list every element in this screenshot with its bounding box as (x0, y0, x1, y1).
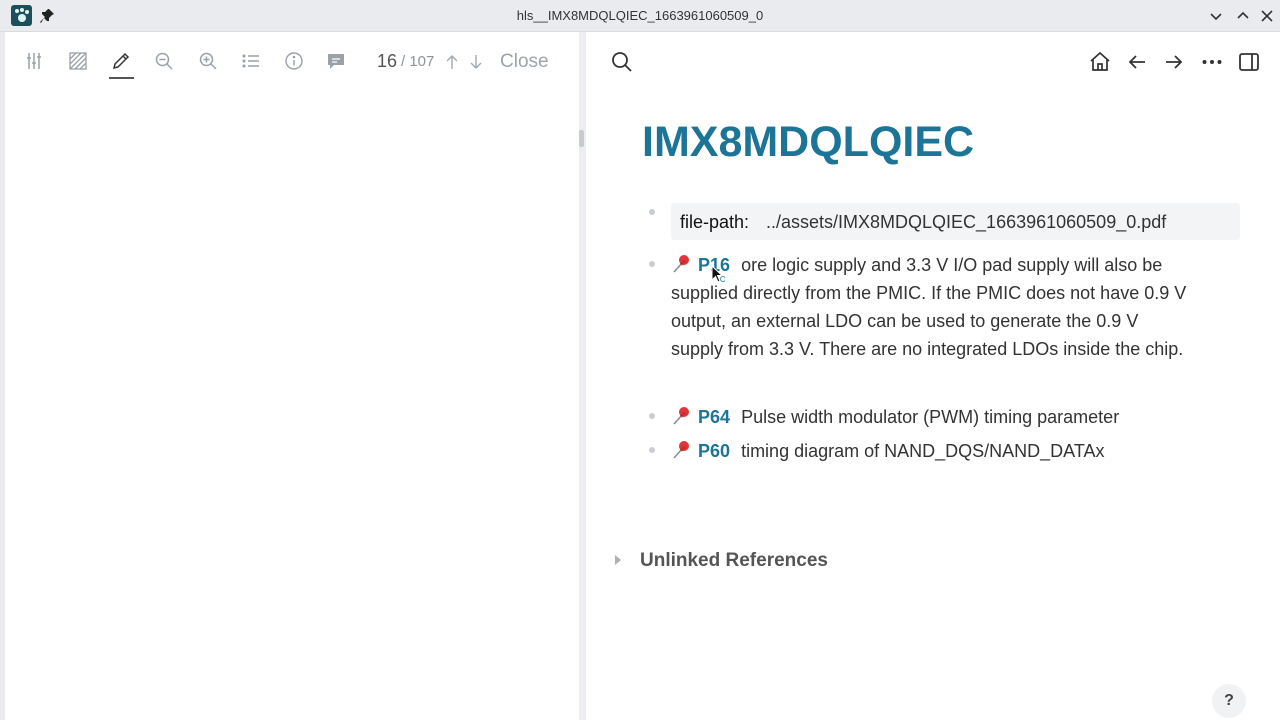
active-tool-indicator (109, 77, 134, 79)
block-bullet[interactable] (649, 261, 655, 267)
pushpin-icon (671, 440, 693, 460)
block-text-line: output, an external LDO can be used to g… (671, 311, 1139, 331)
more-icon[interactable] (1200, 50, 1224, 74)
highlight-block-p64[interactable]: P64 Pulse width modulator (PWM) timing p… (671, 403, 1246, 431)
block-bullet[interactable] (649, 209, 655, 215)
current-page-number[interactable]: 16 (377, 51, 397, 72)
home-icon[interactable] (1088, 50, 1112, 74)
unlinked-references-toggle[interactable]: Unlinked References (640, 550, 828, 572)
window-titlebar: hls__IMX8MDQLQIEC_1663961060509_0 (0, 0, 1280, 32)
block-text-line: supply from 3.3 V. There are no integrat… (671, 339, 1184, 359)
maximize-icon[interactable] (1235, 8, 1251, 24)
prev-page-arrow-icon[interactable] (445, 54, 459, 70)
block-bullet[interactable] (649, 447, 655, 453)
highlight-block-p60[interactable]: P60 timing diagram of NAND_DQS/NAND_DATA… (671, 437, 1246, 465)
back-arrow-icon[interactable] (1125, 50, 1149, 74)
page-ref-link[interactable]: P60 (698, 441, 730, 461)
file-path-property[interactable]: file-path: ../assets/IMX8MDQLQIEC_166396… (671, 203, 1240, 240)
property-key: file-path: (680, 212, 750, 232)
next-page-arrow-icon[interactable] (469, 54, 483, 70)
minimize-icon[interactable] (1208, 8, 1224, 24)
pushpin-icon (671, 254, 693, 274)
page-title[interactable]: IMX8MDQLQIEC (642, 118, 974, 167)
sliders-icon[interactable] (24, 51, 44, 71)
zoom-in-icon[interactable] (198, 51, 218, 71)
splitter-grip[interactable] (579, 130, 584, 147)
expand-arrow-icon[interactable] (615, 555, 621, 565)
close-window-icon[interactable] (1259, 8, 1275, 24)
block-text: timing diagram of NAND_DQS/NAND_DATAx (741, 441, 1105, 461)
window-title: hls__IMX8MDQLQIEC_1663961060509_0 (516, 8, 764, 23)
help-button[interactable]: ? (1212, 684, 1246, 718)
sidebar-toggle-icon[interactable] (1237, 50, 1261, 74)
page-ref-link[interactable]: P64 (698, 407, 730, 427)
highlight-block-p16[interactable]: P16 ore logic supply and 3.3 V I/O pad s… (671, 251, 1246, 363)
pdf-viewer-pane: 16 / 107 Close (5, 32, 579, 720)
zoom-out-icon[interactable] (154, 51, 174, 71)
pushpin-icon (671, 406, 693, 426)
total-pages: / 107 (401, 53, 435, 70)
block-text: Pulse width modulator (PWM) timing param… (741, 407, 1120, 427)
forward-arrow-icon[interactable] (1162, 50, 1186, 74)
comment-icon[interactable] (326, 51, 346, 71)
close-pdf-button[interactable]: Close (500, 51, 549, 73)
outline-list-icon[interactable] (241, 51, 261, 71)
note-pane: IMX8MDQLQIEC file-path: ../assets/IMX8MD… (586, 32, 1280, 720)
block-text-line: ore logic supply and 3.3 V I/O pad suppl… (741, 255, 1163, 275)
block-bullet[interactable] (649, 413, 655, 419)
search-icon[interactable] (610, 50, 634, 74)
pencil-icon[interactable] (111, 51, 131, 71)
hatch-icon[interactable] (68, 51, 88, 71)
mouse-cursor-icon (711, 264, 726, 285)
block-text-line: supplied directly from the PMIC. If the … (671, 283, 1187, 303)
property-value[interactable]: ../assets/IMX8MDQLQIEC_1663961060509_0.p… (766, 212, 1166, 233)
pdf-toolbar: 16 / 107 Close (5, 32, 579, 90)
info-icon[interactable] (284, 51, 304, 71)
